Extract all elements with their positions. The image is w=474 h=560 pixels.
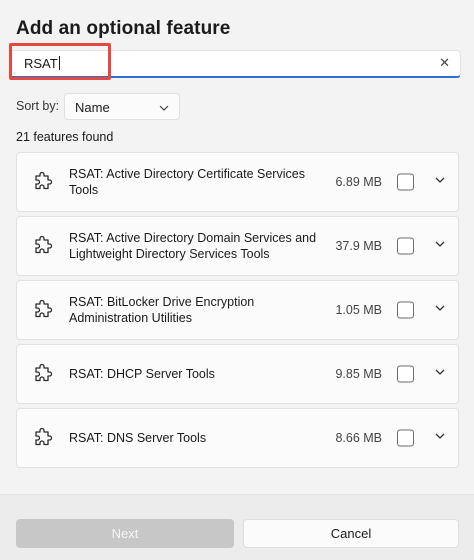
search-value: RSAT	[24, 56, 60, 71]
feature-checkbox[interactable]	[397, 365, 414, 383]
feature-name: RSAT: DHCP Server Tools	[69, 367, 215, 381]
dialog-footer: Next Cancel	[0, 494, 474, 560]
chevron-down-icon[interactable]	[434, 301, 446, 319]
feature-row[interactable]: RSAT: Active Directory Certificate Servi…	[16, 152, 459, 212]
feature-name: RSAT: Active Directory Certificate Servi…	[69, 167, 305, 197]
feature-row[interactable]: RSAT: Active Directory Domain Services a…	[16, 216, 459, 276]
feature-checkbox[interactable]	[397, 429, 414, 447]
feature-size: 1.05 MB	[335, 303, 382, 317]
feature-size: 6.89 MB	[335, 175, 382, 189]
feature-row[interactable]: RSAT: DHCP Server Tools 9.85 MB	[16, 344, 459, 404]
feature-checkbox[interactable]	[397, 301, 414, 319]
chevron-down-icon[interactable]	[434, 365, 446, 383]
feature-name: RSAT: BitLocker Drive Encryption Adminis…	[69, 295, 255, 325]
feature-checkbox[interactable]	[397, 173, 414, 191]
puzzle-piece-icon	[33, 171, 53, 197]
dialog-title: Add an optional feature	[16, 18, 231, 39]
sort-label: Sort by:	[16, 99, 60, 113]
feature-list: RSAT: Active Directory Certificate Servi…	[16, 152, 459, 472]
feature-size: 9.85 MB	[335, 367, 382, 381]
puzzle-piece-icon	[33, 427, 53, 453]
feature-size: 8.66 MB	[335, 431, 382, 445]
chevron-down-icon[interactable]	[434, 429, 446, 447]
chevron-down-icon[interactable]	[434, 173, 446, 191]
feature-name: RSAT: Active Directory Domain Services a…	[69, 231, 317, 261]
puzzle-piece-icon	[33, 299, 53, 325]
results-count: 21 features found	[16, 130, 114, 144]
chevron-down-icon	[159, 100, 169, 118]
search-input[interactable]: RSAT ✕	[9, 50, 461, 78]
feature-checkbox[interactable]	[397, 237, 414, 255]
feature-size: 37.9 MB	[335, 239, 382, 253]
sort-dropdown[interactable]: Name	[64, 93, 180, 120]
close-icon[interactable]: ✕	[439, 55, 450, 71]
feature-name: RSAT: DNS Server Tools	[69, 431, 207, 445]
cancel-button[interactable]: Cancel	[243, 519, 459, 548]
feature-row[interactable]: RSAT: BitLocker Drive Encryption Adminis…	[16, 280, 459, 340]
chevron-down-icon[interactable]	[434, 237, 446, 255]
sort-selected-value: Name	[75, 100, 110, 115]
puzzle-piece-icon	[33, 363, 53, 389]
feature-row[interactable]: RSAT: DNS Server Tools 8.66 MB	[16, 408, 459, 468]
puzzle-piece-icon	[33, 235, 53, 261]
next-button[interactable]: Next	[16, 519, 234, 548]
